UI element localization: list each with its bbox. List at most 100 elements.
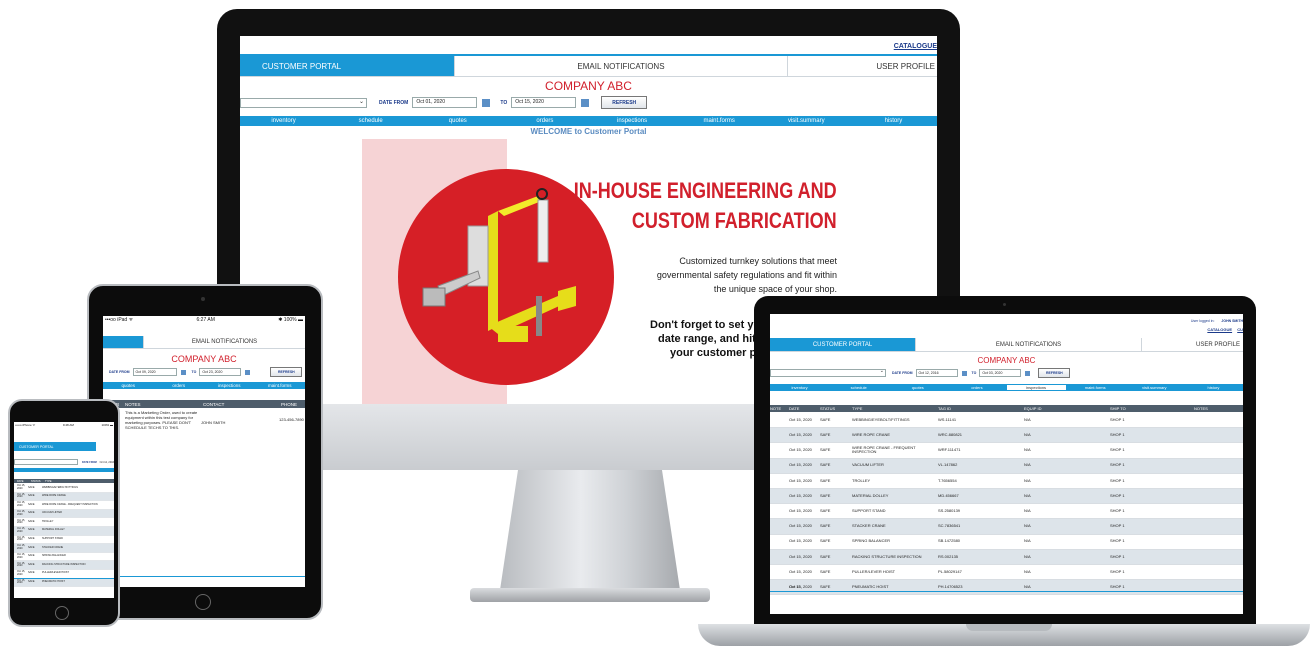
table-row[interactable]: Oct 15, 2020 SAFE WIRE ROPE CRANE	[14, 492, 114, 502]
table-row[interactable]: Oct 15, 2020 SAFE WEBBING/EYEBOLT/FITTINGS…	[770, 413, 1243, 429]
row-status: SAFE	[820, 447, 831, 453]
nav-visit-summary[interactable]: visit.summary	[763, 118, 850, 124]
nav-orders[interactable]: orders	[947, 385, 1006, 390]
row-type: WIRE ROPE CRANE - FREQUENT INSPECTION	[42, 502, 98, 506]
nav-schedule[interactable]: schedule	[829, 385, 888, 390]
nav-inventory[interactable]: inventory	[770, 385, 829, 390]
refresh-button[interactable]: REFRESH	[270, 367, 303, 377]
table-row[interactable]: Oct 15, 2020 SAFE STACKER CRANE	[14, 544, 114, 553]
table-row[interactable]: Oct 15, 2020 SAFE WIRE ROPE CRANE - FREQUE…	[770, 443, 1243, 459]
nav-maint-forms[interactable]: maint.forms	[1066, 385, 1125, 390]
table-row[interactable]: Oct 15, 2020 SAFE WIRE ROPE CRANE - FREQUE…	[14, 501, 114, 510]
customer-link[interactable]: CU	[1237, 327, 1243, 332]
table-row[interactable]: Oct 15, 2020 SAFE RACKING STRUCTURE INSPEC…	[770, 549, 1243, 565]
row-equip-id: N/A	[1024, 477, 1031, 483]
tab-user-profile[interactable]: USER PROFILE	[787, 56, 937, 76]
nav-quotes[interactable]: quotes	[888, 385, 947, 390]
table-row[interactable]: This is a Marketing Order, used to creat…	[103, 410, 305, 430]
table-row[interactable]: Oct 15, 2020 SAFE PULLER/LEVER HOIST PL.580…	[770, 565, 1243, 581]
crane-arm-illustration	[422, 188, 576, 342]
phone-home-button[interactable]	[55, 606, 69, 620]
table-row[interactable]: Oct 15, 2020 SAFE STACKER CRANE SC.7836541 N…	[770, 519, 1243, 535]
refresh-button[interactable]: REFRESH	[601, 96, 648, 109]
tab-email-notifications[interactable]: EMAIL NOTIFICATIONS	[143, 336, 305, 348]
account-select[interactable]: ⌄	[770, 368, 886, 377]
status-time: 9:48 AM	[62, 423, 74, 427]
table-row[interactable]: Oct 15, 2020 SAFE SUPPORT STAND	[14, 536, 114, 545]
date-to-input[interactable]: Oct 23, 2020	[199, 368, 242, 376]
nav-history[interactable]: history	[850, 118, 937, 124]
calendar-icon[interactable]	[961, 370, 967, 376]
row-date: Oct 15, 2020	[789, 568, 812, 574]
calendar-icon[interactable]	[180, 369, 186, 375]
row-date: Oct 15, 2020	[789, 523, 812, 529]
tab-customer-portal[interactable]: CUSTOMER PORTAL	[14, 442, 96, 451]
row-date: Oct 15, 2020	[17, 509, 26, 516]
table-row[interactable]: Oct 15, 2020 SAFE WIRE ROPE CRANE WRC.88082…	[770, 428, 1243, 444]
table-row[interactable]: Oct 15, 2020 SAFE SPRING BALANCER	[14, 553, 114, 562]
date-to-input[interactable]: Oct 03, 2020	[979, 369, 1022, 377]
nav-inventory[interactable]: inventory	[240, 118, 327, 124]
account-select[interactable]	[14, 459, 78, 465]
nav-orders[interactable]: orders	[501, 118, 588, 124]
date-to-input[interactable]: Oct 15, 2020	[511, 97, 577, 108]
nav-maint-forms[interactable]: maint.forms	[255, 383, 306, 388]
table-row[interactable]: Oct 15, 2020 SAFE VACUUM LIFTER	[14, 509, 114, 519]
nav-inspections[interactable]: inspections	[589, 118, 676, 124]
account-select[interactable]: ⌄	[240, 97, 367, 108]
calendar-icon[interactable]	[482, 98, 491, 107]
nav-orders[interactable]: orders	[154, 383, 205, 388]
table-row[interactable]: Oct 15, 2020 SAFE VACUUM LIFTER VL.147862 N/…	[770, 458, 1243, 474]
table-row[interactable]: Oct 15, 2020 SAFE TROLLEY	[14, 518, 114, 527]
table-row[interactable]: Oct 15, 2020 SAFE MATERIAL DOLLEY	[14, 526, 114, 536]
catalogue-link[interactable]: CATALOGUE	[894, 43, 937, 50]
row-ship-to: SHOP 1	[1110, 568, 1125, 574]
table-row[interactable]: Oct 15, 2020 SAFE RACKING STRUCTURE INSPEC…	[14, 561, 114, 570]
tab-email-notifications[interactable]: EMAIL NOTIFICATIONS	[915, 338, 1141, 351]
refresh-button[interactable]: REFRESH	[1038, 368, 1071, 378]
table-row[interactable]: Oct 15, 2020 SAFE TROLLEY T.7656554 N/A SHOP …	[770, 474, 1243, 489]
table-row[interactable]: Oct 15, 2020 SAFE SPRING BALANCER SB.147258…	[770, 535, 1243, 550]
tab-email-notifications[interactable]: EMAIL NOTIFICATIONS	[453, 56, 788, 76]
date-from-input[interactable]: Oct 01, 2020	[412, 97, 478, 108]
tab-customer-portal[interactable]: CUSTOMER PORTAL	[240, 56, 454, 76]
date-from-input[interactable]: Oct 09, 2020	[132, 368, 177, 376]
col-type: TYPE	[852, 406, 863, 411]
date-from-input[interactable]: Oct 12, 2016	[100, 461, 114, 464]
col-date: DATE	[789, 406, 800, 411]
row-date: Oct 15, 2020	[17, 544, 26, 550]
row-phone: 123-456-7890	[279, 417, 304, 422]
nav-visit-summary[interactable]: visit.summary	[1125, 385, 1184, 390]
table-row[interactable]: Oct 15, 2020 SAFE PNEUMATIC HOIST PH.147065…	[770, 580, 1243, 596]
row-status: SAFE	[28, 494, 35, 498]
date-from-input[interactable]: Oct 12, 2016	[915, 369, 958, 377]
tab-customer-portal[interactable]: CUSTOMER PORTAL	[770, 338, 915, 351]
table-row[interactable]: Oct 15, 2020 SAFE SUPPORT STAND SS.2580139 N…	[770, 504, 1243, 520]
calendar-icon[interactable]	[245, 369, 251, 375]
tab-customer-portal[interactable]	[103, 336, 143, 348]
tablet-home-button[interactable]	[195, 594, 211, 610]
col-equip-id: EQUIP ID	[1024, 406, 1042, 411]
calendar-icon[interactable]	[581, 98, 590, 107]
nav-quotes[interactable]: quotes	[103, 383, 154, 388]
catalogue-link[interactable]: CATALOGUE	[1207, 327, 1232, 332]
table-row[interactable]: Oct 15, 2020 SAFE MATERIAL DOLLEY MD.456667…	[770, 488, 1243, 505]
row-date: Oct 15, 2020	[789, 492, 812, 498]
row-date: Oct 15, 2020	[17, 535, 26, 542]
nav-maint-forms[interactable]: maint.forms	[676, 118, 763, 124]
row-tag-id: PH.14706523	[938, 583, 963, 589]
phone-table-header: DATE STATUS TYPE	[14, 479, 114, 483]
tablet-status-bar: •••oo iPad ᯤ 6:27 AM ✱ 100% ▬	[103, 316, 305, 324]
nav-inspections[interactable]: inspections	[204, 383, 255, 388]
nav-inspections[interactable]: inspections	[1006, 385, 1066, 390]
nav-quotes[interactable]: quotes	[414, 118, 501, 124]
table-row[interactable]: Oct 15, 2020 SAFE PNEUMATIC HOIST	[14, 578, 114, 588]
row-status: SAFE	[820, 568, 831, 574]
nav-history[interactable]: history	[1184, 385, 1243, 390]
calendar-icon[interactable]	[1025, 370, 1031, 376]
tab-user-profile[interactable]: USER PROFILE	[1141, 338, 1243, 351]
row-type: WIRE ROPE CRANE	[42, 494, 66, 498]
row-date: Oct 15, 2020	[789, 462, 812, 468]
nav-schedule[interactable]: schedule	[327, 118, 414, 124]
table-row[interactable]: Oct 15, 2020 SAFE WEBBING/EYEBOLT/FITTINGS	[14, 484, 114, 493]
